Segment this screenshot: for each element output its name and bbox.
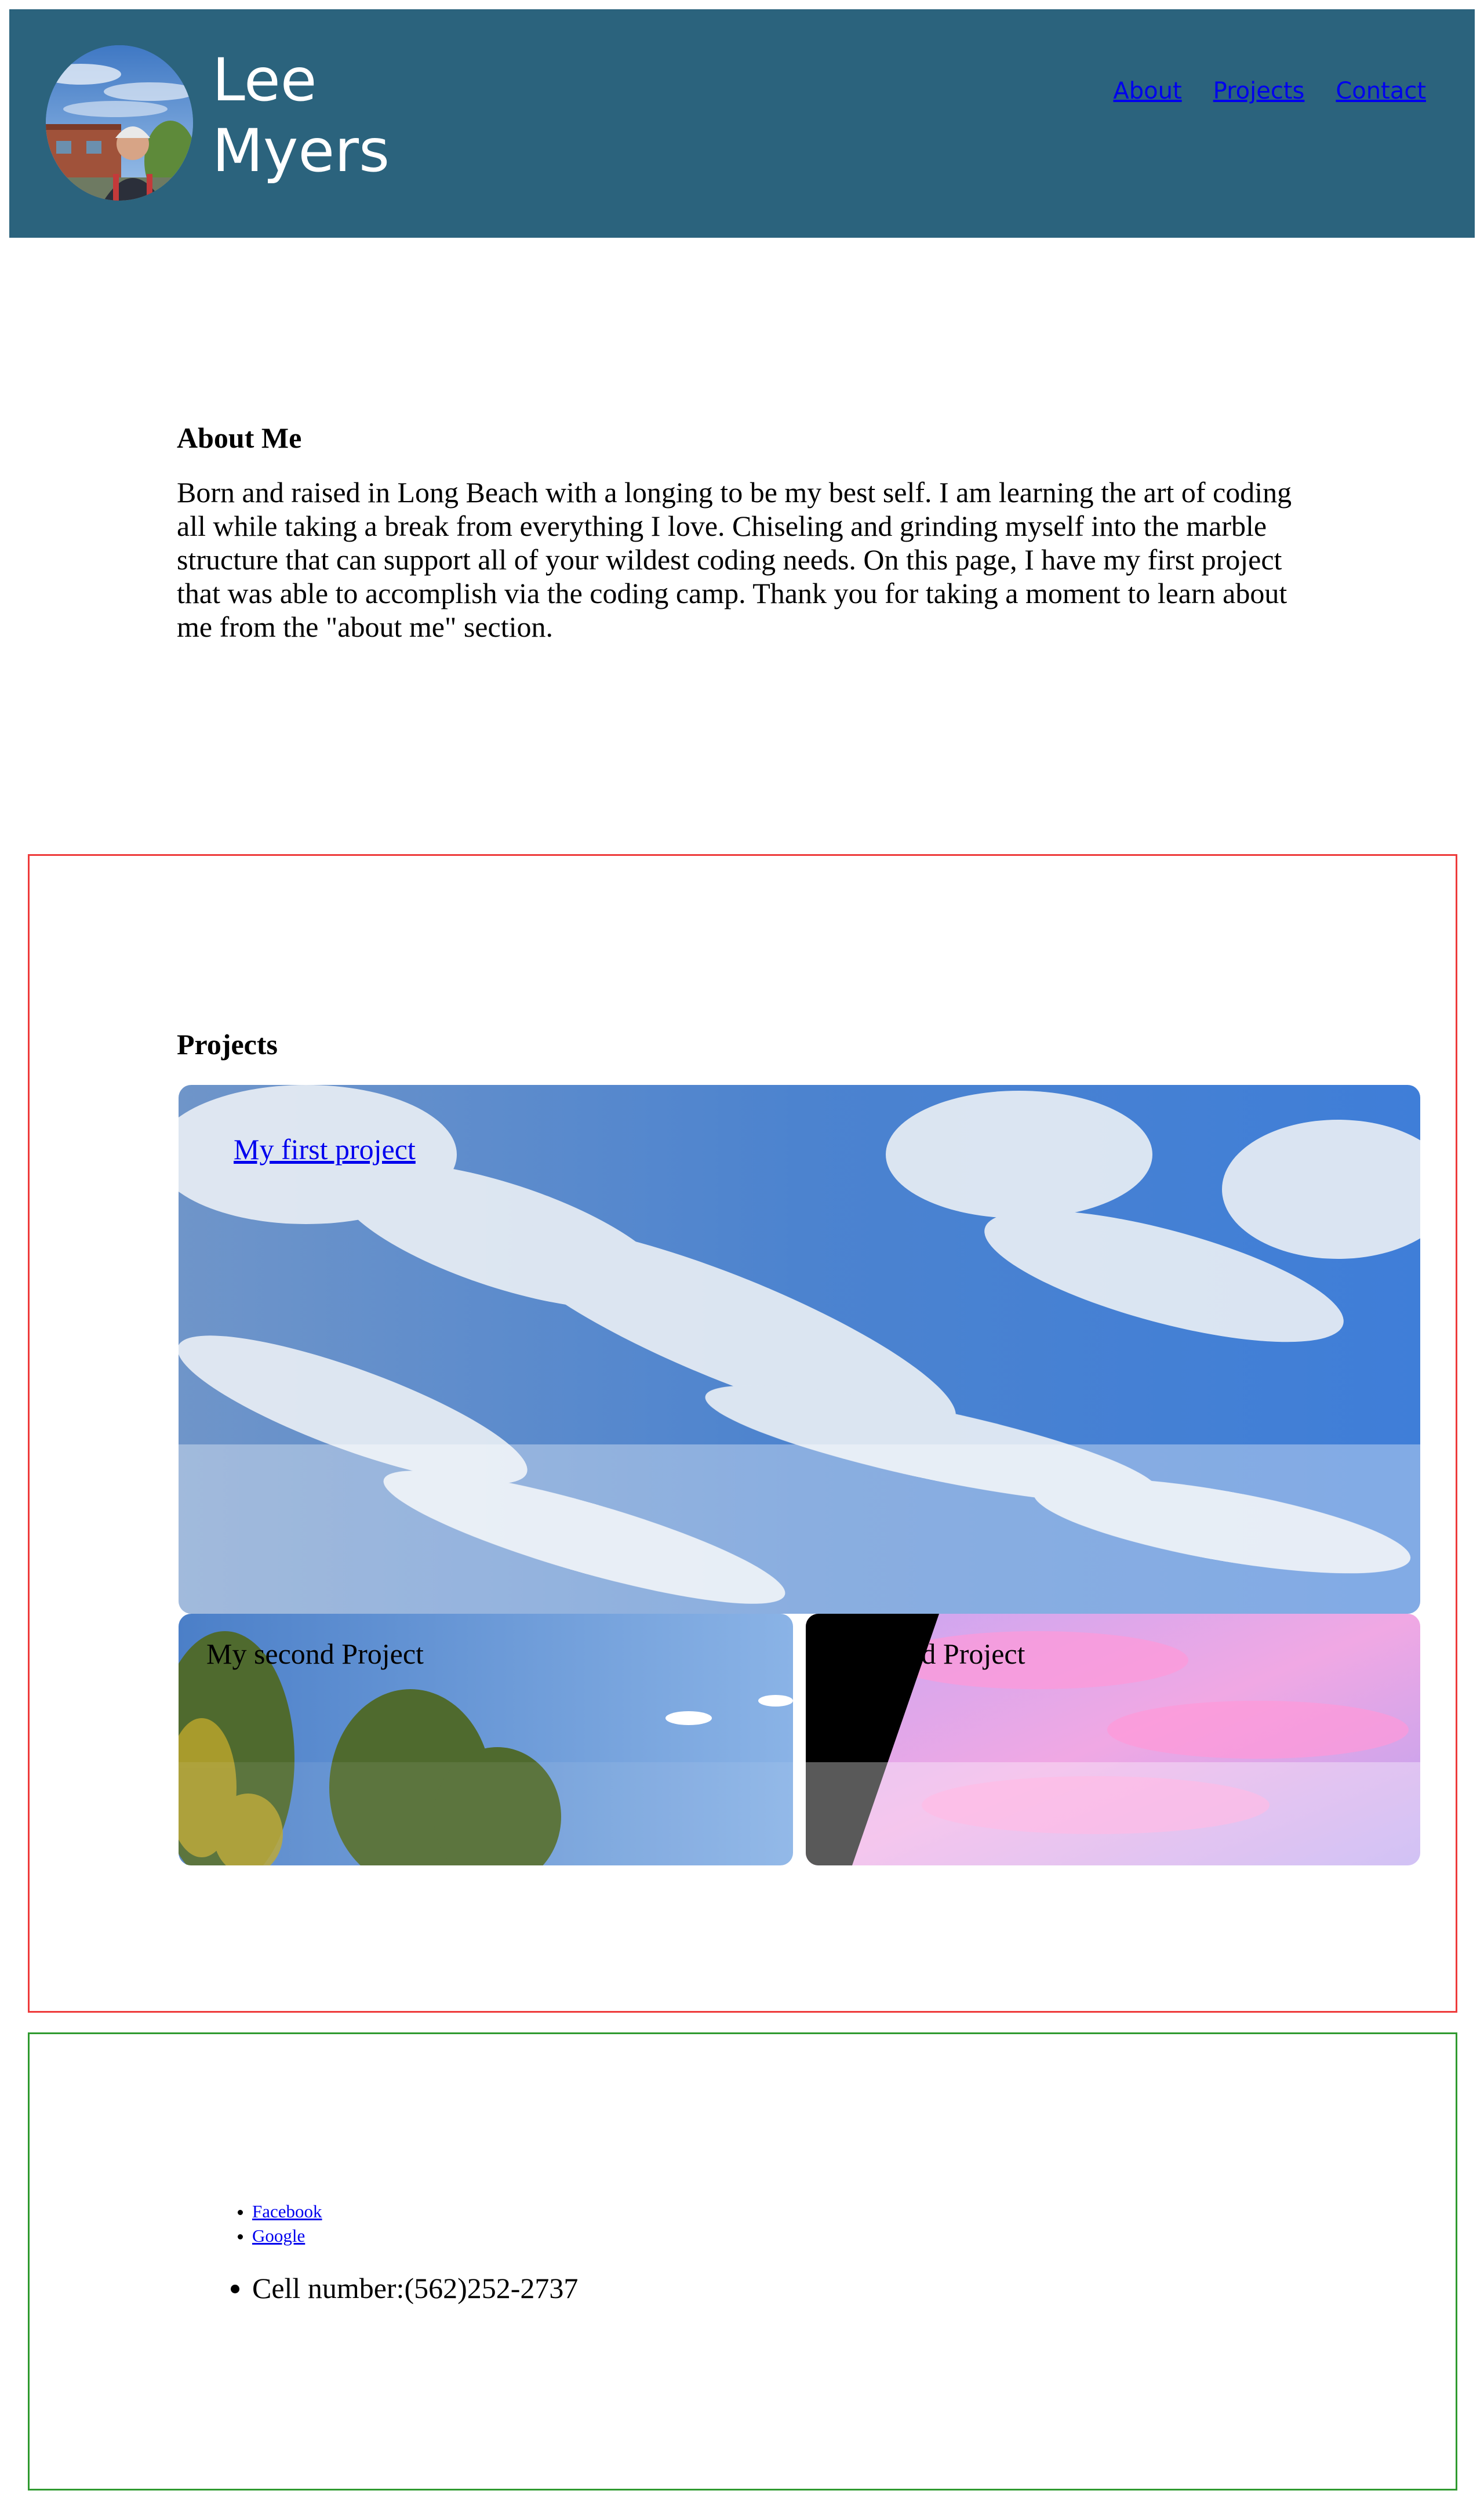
site-header: Lee Myers About Projects Contact xyxy=(9,9,1475,238)
site-title: Lee Myers xyxy=(212,46,390,186)
project-label-second: My second Project xyxy=(206,1638,424,1670)
project-card-third[interactable]: My third Project xyxy=(806,1614,1420,1865)
social-links-list: Facebook Google xyxy=(215,2199,322,2248)
about-text: Born and raised in Long Beach with a lon… xyxy=(177,476,1292,643)
projects-heading: Projects xyxy=(177,1028,278,1061)
nav-link-projects[interactable]: Projects xyxy=(1213,78,1305,104)
projects-section: Projects My first project My second Proj… xyxy=(28,854,1457,2013)
project-card-second[interactable]: My second Project xyxy=(179,1614,793,1865)
list-item: Facebook xyxy=(252,2199,322,2224)
nav-link-about[interactable]: About xyxy=(1113,78,1181,104)
list-item: Google xyxy=(252,2224,322,2248)
contact-section: Facebook Google Cell number:(562)252-273… xyxy=(28,2032,1457,2491)
about-heading: About Me xyxy=(177,422,302,454)
phone-number: Cell number:(562)252-2737 xyxy=(252,2269,578,2307)
nav-link-contact[interactable]: Contact xyxy=(1336,78,1426,104)
project-card-first[interactable]: My first project xyxy=(179,1085,1420,1614)
project-label-third: My third Project xyxy=(834,1638,1025,1670)
avatar xyxy=(46,45,193,201)
main-nav: About Projects Contact xyxy=(1113,78,1426,104)
phone-list: Cell number:(562)252-2737 xyxy=(215,2269,578,2307)
google-link[interactable]: Google xyxy=(252,2226,305,2246)
project-link-first[interactable]: My first project xyxy=(234,1132,416,1166)
facebook-link[interactable]: Facebook xyxy=(252,2201,322,2221)
about-section: About Me Born and raised in Long Beach w… xyxy=(177,418,1307,644)
